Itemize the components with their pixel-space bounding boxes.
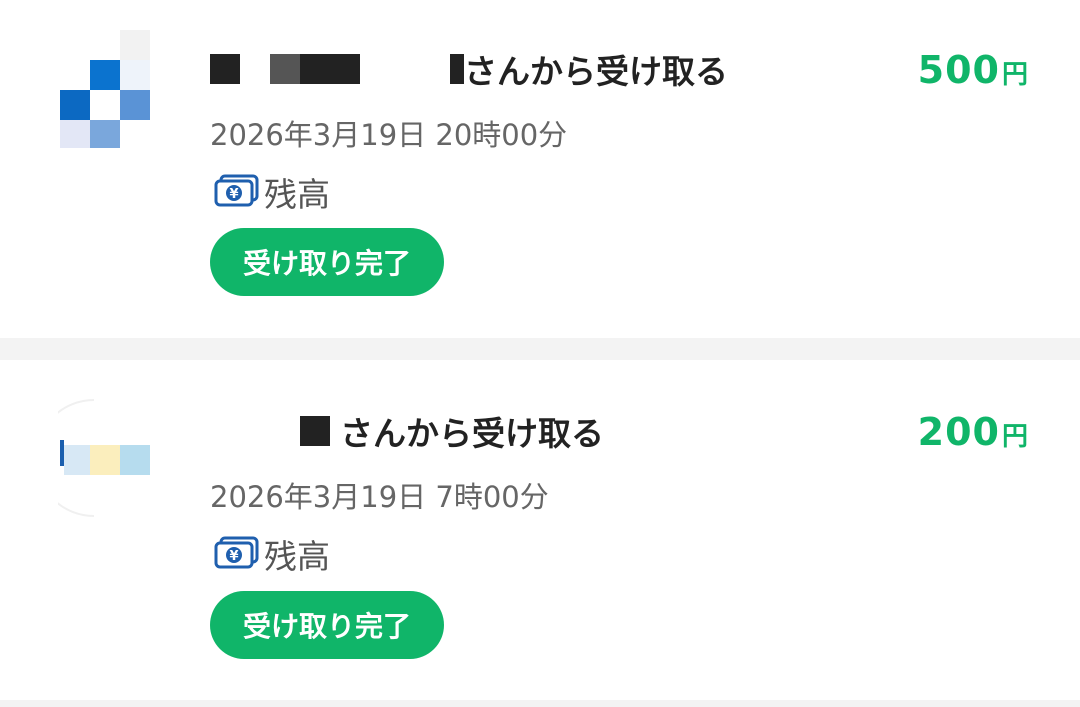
payment-method: ¥ 残高 [214, 530, 330, 578]
avatar [58, 28, 152, 148]
yen-bill-icon: ¥ [214, 174, 260, 210]
currency-unit: 円 [1001, 422, 1028, 452]
payment-method-label: 残高 [264, 537, 330, 576]
currency-unit: 円 [1001, 60, 1028, 90]
transaction-card[interactable]: さんから受け取る 500 円 2026年3月19日 20時00分 ¥ 残高 受け… [0, 0, 1080, 338]
sender-line: さんから受け取る [210, 44, 728, 94]
redacted-name [450, 54, 464, 84]
avatar [58, 398, 152, 518]
redacted-name [270, 54, 300, 84]
status-badge: 受け取り完了 [210, 591, 444, 659]
payment-method-label: 残高 [264, 175, 330, 214]
transaction-datetime: 2026年3月19日 7時00分 [210, 480, 549, 514]
sender-suffix: さんから受け取る [340, 414, 604, 453]
amount: 500 円 [918, 48, 1028, 98]
payment-method: ¥ 残高 [214, 168, 330, 216]
sender-suffix: さんから受け取る [464, 52, 728, 91]
redacted-name [210, 54, 240, 84]
redacted-name [300, 416, 330, 446]
amount: 200 円 [918, 410, 1028, 460]
svg-text:¥: ¥ [229, 549, 238, 564]
transaction-list: さんから受け取る 500 円 2026年3月19日 20時00分 ¥ 残高 受け… [0, 0, 1080, 707]
transaction-card[interactable]: さんから受け取る 200 円 2026年3月19日 7時00分 ¥ 残高 受け取… [0, 360, 1080, 700]
redacted-name [300, 54, 360, 84]
yen-bill-icon: ¥ [214, 536, 260, 572]
svg-text:¥: ¥ [229, 187, 238, 202]
transaction-datetime: 2026年3月19日 20時00分 [210, 118, 568, 152]
status-badge: 受け取り完了 [210, 228, 444, 296]
amount-value: 200 [917, 410, 1000, 454]
amount-value: 500 [917, 48, 1000, 92]
sender-line: さんから受け取る [300, 406, 604, 456]
